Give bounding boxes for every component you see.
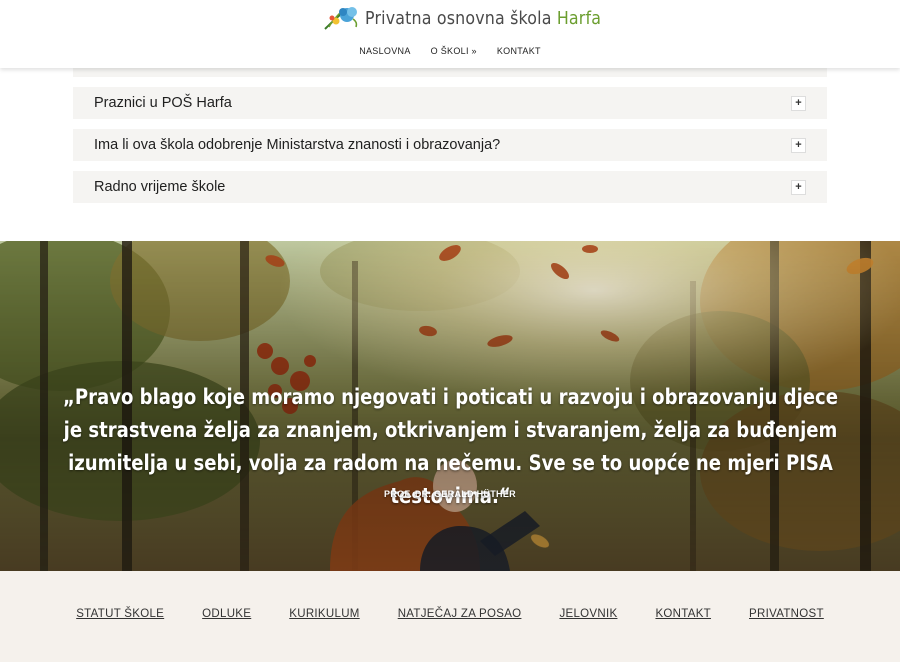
faq-item[interactable]: Praznici u POŠ Harfa + xyxy=(73,87,827,119)
brand[interactable]: Privatna osnovna škola Harfa xyxy=(323,4,633,32)
quote-hero: „Pravo blago koje moramo njegovati i pot… xyxy=(0,241,900,571)
expand-icon[interactable]: + xyxy=(791,138,806,153)
site-header: Privatna osnovna škola Harfa NASLOVNA O … xyxy=(0,0,900,68)
footer-link-statut[interactable]: STATUT ŠKOLE xyxy=(76,608,164,620)
footer-nav: STATUT ŠKOLE ODLUKE KURIKULUM NATJEČAJ Z… xyxy=(0,608,900,620)
faq-item-title: Praznici u POŠ Harfa xyxy=(94,95,232,111)
faq-item[interactable]: Radno vrijeme škole + xyxy=(73,171,827,203)
footer-link-odluke[interactable]: ODLUKE xyxy=(202,608,251,620)
expand-icon[interactable]: + xyxy=(791,180,806,195)
site-footer: STATUT ŠKOLE ODLUKE KURIKULUM NATJEČAJ Z… xyxy=(0,571,900,662)
footer-link-natjecaj[interactable]: NATJEČAJ ZA POSAO xyxy=(398,608,522,620)
faq-item-title: Radno vrijeme škole xyxy=(94,179,226,195)
nav-item-naslovna[interactable]: NASLOVNA xyxy=(359,46,410,56)
site-title: Privatna osnovna škola Harfa xyxy=(365,7,602,29)
faq-item[interactable]: Ima li ova škola odobrenje Ministarstva … xyxy=(73,129,827,161)
footer-link-jelovnik[interactable]: JELOVNIK xyxy=(559,608,617,620)
harp-flower-logo-icon xyxy=(324,7,358,30)
expand-icon[interactable]: + xyxy=(791,96,806,111)
footer-link-privatnost[interactable]: PRIVATNOST xyxy=(749,608,824,620)
footer-link-kurikulum[interactable]: KURIKULUM xyxy=(289,608,359,620)
faq-accordion: Praznici u POŠ Harfa + Ima li ova škola … xyxy=(73,56,827,203)
footer-link-kontakt[interactable]: KONTAKT xyxy=(655,608,711,620)
main-nav: NASLOVNA O ŠKOLI » KONTAKT xyxy=(0,46,900,56)
nav-item-o-skoli[interactable]: O ŠKOLI » xyxy=(431,46,477,56)
quote-author: PROF. DR. GERALD HÜTHER xyxy=(384,489,516,499)
nav-item-kontakt[interactable]: KONTAKT xyxy=(497,46,541,56)
faq-item-title: Ima li ova škola odobrenje Ministarstva … xyxy=(94,137,501,153)
